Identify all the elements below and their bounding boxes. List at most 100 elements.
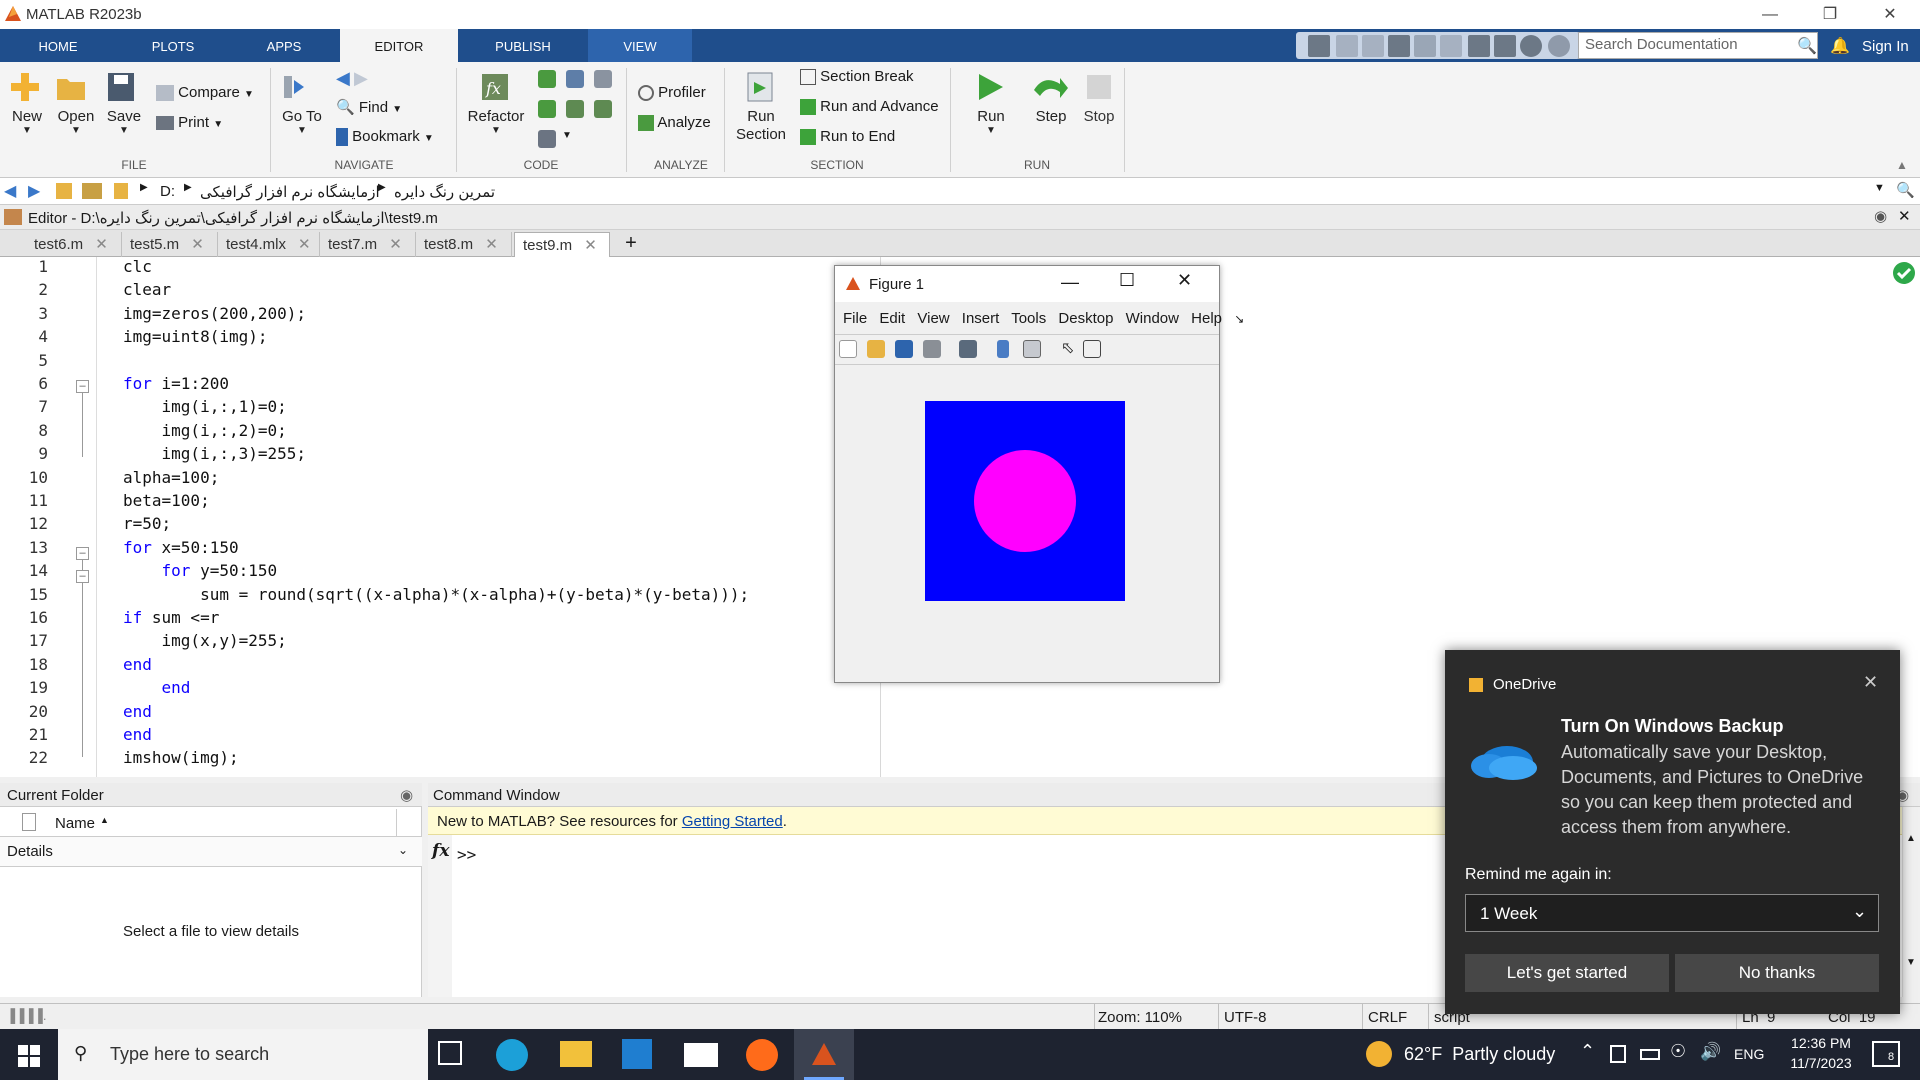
undo-quick-icon[interactable]	[1414, 35, 1436, 57]
name-column-header[interactable]: Name	[55, 815, 95, 832]
edge-browser-icon[interactable]	[496, 1039, 528, 1071]
figure-menu-help[interactable]: Help	[1191, 310, 1222, 327]
meet-now-icon[interactable]	[1610, 1045, 1626, 1063]
store-icon[interactable]	[622, 1039, 652, 1069]
go-to-button[interactable]: Go To ▼	[280, 70, 324, 170]
code-line[interactable]: beta=100;	[123, 491, 210, 510]
figure-menu-tools[interactable]: Tools	[1011, 310, 1046, 327]
profiler-button[interactable]: Profiler	[638, 84, 728, 106]
panel-actions-icon[interactable]: ◉	[400, 786, 413, 804]
refactor-button[interactable]: fx Refactor ▼	[466, 70, 526, 170]
edit-plot-cursor-icon[interactable]: ⬁	[1061, 338, 1074, 358]
tab-publish[interactable]: PUBLISH	[458, 29, 588, 62]
file-tab[interactable]: test8.m ✕	[416, 232, 512, 257]
close-tab-icon[interactable]: ✕	[95, 236, 108, 253]
notification-close-button[interactable]: ✕	[1863, 672, 1878, 693]
remind-select[interactable]: 1 Week ⌄	[1465, 894, 1879, 932]
run-to-end-button[interactable]: Run to End	[800, 128, 950, 150]
legend-icon[interactable]	[1023, 340, 1041, 358]
redo-quick-icon[interactable]	[1440, 35, 1462, 57]
code-line[interactable]: end	[123, 725, 152, 744]
file-tab-active[interactable]: test9.m ✕	[514, 232, 610, 258]
print-figure-icon[interactable]	[923, 340, 941, 358]
address-dropdown-icon[interactable]: ▼	[1874, 182, 1885, 194]
compare-button[interactable]: Compare ▼	[156, 84, 266, 106]
path-drive[interactable]: D:	[160, 183, 175, 200]
uncomment-icon[interactable]	[566, 70, 584, 88]
back-arrow-icon[interactable]: ◀	[336, 68, 350, 88]
file-tab[interactable]: test4.mlx ✕	[218, 232, 320, 257]
tab-apps[interactable]: APPS	[230, 29, 338, 62]
close-tab-icon[interactable]: ✕	[191, 236, 204, 253]
figure-menu-file[interactable]: File	[843, 310, 867, 327]
restore-button[interactable]: ❐	[1800, 0, 1860, 29]
figure-menu-insert[interactable]: Insert	[962, 310, 1000, 327]
code-line[interactable]: end	[123, 655, 152, 674]
network-icon[interactable]: ☉	[1670, 1041, 1686, 1062]
language-indicator[interactable]: ENG	[1734, 1046, 1764, 1062]
tab-home[interactable]: HOME	[0, 29, 116, 62]
save-quick-icon[interactable]	[1308, 35, 1330, 57]
code-line[interactable]: end	[123, 678, 191, 697]
search-icon[interactable]: 🔍	[1797, 36, 1817, 56]
matlab-taskbar-button[interactable]	[794, 1029, 854, 1080]
code-line[interactable]: img(i,:,3)=255;	[123, 444, 307, 463]
new-button[interactable]: New ▼	[8, 70, 46, 170]
no-thanks-button[interactable]: No thanks	[1675, 954, 1879, 992]
save-figure-icon[interactable]	[895, 340, 913, 358]
close-editor-icon[interactable]: ✕	[1898, 207, 1911, 225]
mail-icon[interactable]	[684, 1043, 718, 1067]
figure-menu-window[interactable]: Window	[1126, 310, 1179, 327]
clock[interactable]: 12:36 PM 11/7/2023	[1776, 1033, 1866, 1073]
copy-quick-icon[interactable]	[1362, 35, 1384, 57]
add-tab-button[interactable]: +	[614, 230, 648, 257]
forward-arrow-icon[interactable]: ▶	[354, 68, 368, 88]
volume-icon[interactable]: 🔊	[1700, 1042, 1721, 1062]
close-tab-icon[interactable]: ✕	[584, 237, 597, 254]
code-line[interactable]: r=50;	[123, 514, 171, 533]
editor-actions-icon[interactable]: ◉	[1874, 207, 1887, 225]
browse-folder-icon[interactable]	[82, 183, 102, 199]
file-explorer-icon[interactable]	[560, 1041, 592, 1067]
bell-icon[interactable]: 🔔	[1830, 36, 1850, 56]
code-line[interactable]: img(i,:,1)=0;	[123, 397, 287, 416]
cut-quick-icon[interactable]	[1336, 35, 1358, 57]
details-header[interactable]: Details ⌄	[0, 837, 422, 867]
colorbar-icon[interactable]	[997, 340, 1009, 358]
indent-icon[interactable]	[566, 100, 584, 118]
figure-menu-edit[interactable]: Edit	[879, 310, 905, 327]
outdent-icon[interactable]	[594, 100, 612, 118]
scroll-up-icon[interactable]: ▲	[1906, 833, 1916, 844]
close-tab-icon[interactable]: ✕	[298, 236, 311, 253]
open-file-icon[interactable]	[867, 340, 885, 358]
code-line[interactable]: end	[123, 702, 152, 721]
find-button[interactable]: 🔍 Find ▼	[336, 98, 456, 120]
run-button[interactable]: Run ▼	[966, 70, 1016, 170]
fold-toggle[interactable]: –	[76, 547, 89, 560]
figure-minimize-button[interactable]: —	[1061, 272, 1079, 293]
help-icon[interactable]	[1520, 35, 1542, 57]
code-line[interactable]: clear	[123, 280, 171, 299]
collapse-ribbon-icon[interactable]: ▲	[1896, 158, 1908, 172]
weather-text[interactable]: 62°F Partly cloudy	[1404, 1044, 1555, 1065]
new-figure-icon[interactable]	[839, 340, 857, 358]
close-tab-icon[interactable]: ✕	[485, 236, 498, 253]
code-line[interactable]: img(x,y)=255;	[123, 631, 287, 650]
run-and-advance-button[interactable]: Run and Advance	[800, 98, 950, 120]
file-tab[interactable]: test7.m ✕	[320, 232, 416, 257]
scroll-down-icon[interactable]: ▼	[1906, 957, 1916, 968]
wrap-comments-icon[interactable]	[594, 70, 612, 88]
code-line[interactable]: img(i,:,2)=0;	[123, 421, 287, 440]
file-tab[interactable]: test6.m ✕	[26, 232, 122, 257]
community-icon[interactable]	[1494, 35, 1516, 57]
taskbar-search-box[interactable]: ⚲ Type here to search	[58, 1029, 428, 1080]
code-line[interactable]: alpha=100;	[123, 468, 219, 487]
sign-in-link[interactable]: Sign In	[1862, 38, 1909, 55]
close-tab-icon[interactable]: ✕	[389, 236, 402, 253]
comment-icon[interactable]	[538, 70, 556, 88]
search-documentation-input[interactable]: Search Documentation	[1578, 32, 1818, 59]
figure-window[interactable]: Figure 1 — ☐ ✕ File Edit View Insert Too…	[834, 265, 1244, 683]
lets-get-started-button[interactable]: Let's get started	[1465, 954, 1669, 992]
menu-overflow-icon[interactable]: ↘	[1234, 312, 1244, 326]
section-break-button[interactable]: Section Break	[800, 68, 950, 90]
